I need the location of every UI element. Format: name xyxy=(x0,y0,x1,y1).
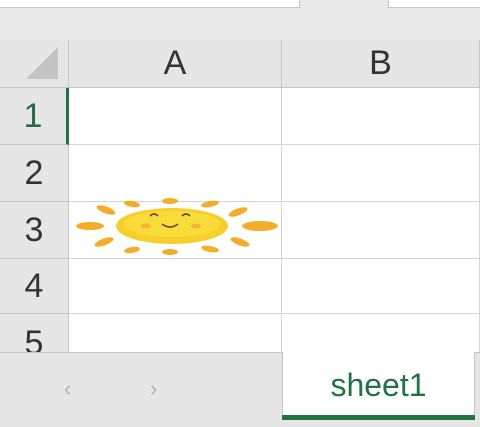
column-header-a[interactable]: A xyxy=(69,40,282,88)
sun-image[interactable] xyxy=(70,196,282,256)
cell-b4[interactable] xyxy=(282,259,480,314)
column-header-b[interactable]: B xyxy=(282,40,480,88)
formula-bar[interactable] xyxy=(388,0,480,8)
cell-b5[interactable] xyxy=(282,314,480,354)
cell-b1[interactable] xyxy=(282,88,480,145)
row-header-4[interactable]: 4 xyxy=(0,259,69,314)
cell-a1[interactable] xyxy=(69,88,282,145)
sheet-tab-sheet1[interactable]: sheet1 xyxy=(282,352,475,419)
active-tab-indicator xyxy=(282,415,475,420)
row-header-2[interactable]: 2 xyxy=(0,145,69,202)
cell-a4[interactable] xyxy=(69,259,282,314)
row-header-1[interactable]: 1 xyxy=(0,88,69,145)
next-sheet-icon[interactable]: › xyxy=(150,376,157,402)
row-header-3[interactable]: 3 xyxy=(0,202,69,259)
cell-a2[interactable] xyxy=(69,145,282,202)
name-box[interactable] xyxy=(0,0,300,8)
select-all-button[interactable] xyxy=(0,40,69,88)
cell-b2[interactable] xyxy=(282,145,480,202)
cell-a5[interactable] xyxy=(69,314,282,354)
formula-area xyxy=(0,0,480,40)
select-all-triangle-icon xyxy=(26,47,58,79)
prev-sheet-icon[interactable]: ‹ xyxy=(64,376,71,402)
cell-b3[interactable] xyxy=(282,202,480,259)
